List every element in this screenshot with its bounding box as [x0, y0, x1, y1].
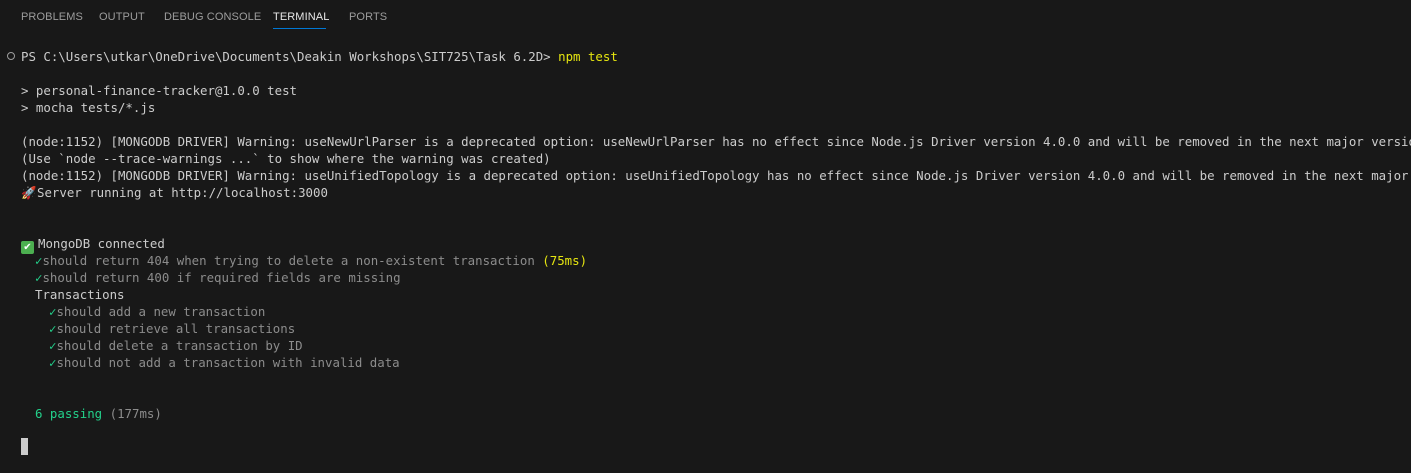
warning-hint-line: (Use `node --trace-warnings ...` to show…	[21, 151, 551, 166]
test-duration: (75ms)	[542, 253, 588, 268]
test-title: should return 404 when trying to delete …	[42, 253, 535, 268]
warning-line-2: (node:1152) [MONGODB DRIVER] Warning: us…	[21, 168, 1411, 183]
test-title: should add a new transaction	[56, 304, 266, 319]
active-tab-indicator	[273, 28, 326, 29]
tab-problems[interactable]: PROBLEMS	[21, 11, 83, 23]
warning-line-1: (node:1152) [MONGODB DRIVER] Warning: us…	[21, 134, 1411, 149]
test-title: should delete a transaction by ID	[56, 338, 303, 353]
terminal-cursor	[21, 438, 28, 455]
check-box-icon: ✔	[21, 241, 34, 254]
prompt-path: PS C:\Users\utkar\OneDrive\Documents\Dea…	[21, 49, 551, 64]
script-cmd-line: > mocha tests/*.js	[21, 100, 156, 115]
tab-terminal[interactable]: TERMINAL	[273, 11, 329, 23]
rocket-icon: 🚀	[21, 185, 37, 200]
test-title: should not add a transaction with invali…	[56, 355, 400, 370]
test-result-line: ✓should not add a transaction with inval…	[49, 354, 400, 371]
script-name-line: > personal-finance-tracker@1.0.0 test	[21, 83, 298, 98]
passing-time: (177ms)	[109, 406, 162, 421]
test-title: should return 400 if required fields are…	[42, 270, 401, 285]
passing-count: 6 passing	[35, 406, 103, 421]
tab-output[interactable]: OUTPUT	[99, 11, 145, 23]
panel-tab-bar: PROBLEMS OUTPUT DEBUG CONSOLE TERMINAL P…	[0, 0, 1411, 36]
test-result-line: ✓should delete a transaction by ID	[49, 337, 303, 354]
test-result-line: ✓should add a new transaction	[49, 303, 265, 320]
test-result-line: ✓should retrieve all transactions	[49, 320, 295, 337]
prompt-line: PS C:\Users\utkar\OneDrive\Documents\Dea…	[21, 48, 618, 65]
passing-summary: 6 passing (177ms)	[35, 405, 162, 422]
command-decoration-icon[interactable]	[7, 52, 15, 60]
test-title: should retrieve all transactions	[56, 321, 296, 336]
server-message: Server running at http://localhost:3000	[37, 185, 328, 200]
tab-ports[interactable]: PORTS	[349, 11, 387, 23]
mongo-message: MongoDB connected	[38, 236, 165, 251]
mongo-line: ✔ MongoDB connected	[21, 235, 165, 254]
suite-title: Transactions	[35, 287, 125, 302]
command-text: npm test	[558, 49, 618, 64]
tab-debug-console[interactable]: DEBUG CONSOLE	[164, 11, 261, 23]
test-result-line: ✓should return 404 when trying to delete…	[35, 252, 587, 269]
server-line: 🚀Server running at http://localhost:3000	[21, 184, 328, 201]
test-result-line: ✓should return 400 if required fields ar…	[35, 269, 401, 286]
